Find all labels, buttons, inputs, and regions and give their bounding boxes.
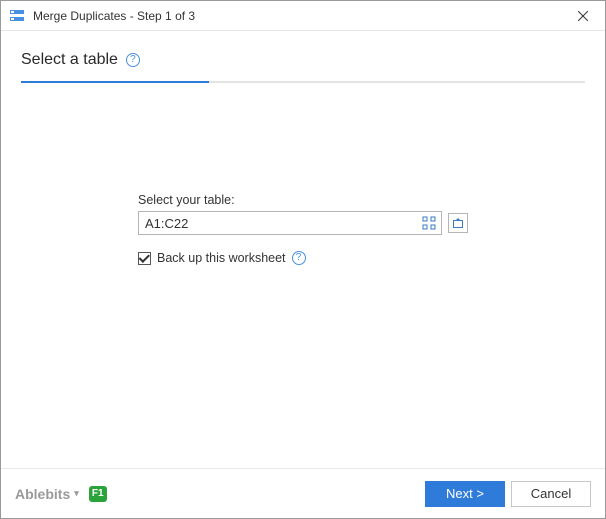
backup-checkbox[interactable] xyxy=(138,252,151,265)
backup-help-icon[interactable]: ? xyxy=(292,251,306,265)
chevron-down-icon: ▾ xyxy=(74,488,79,499)
help-icon[interactable]: ? xyxy=(126,53,140,67)
progress-bar xyxy=(21,81,209,83)
progress-track xyxy=(21,81,585,83)
step-title: Select a table xyxy=(21,51,118,69)
cancel-button[interactable]: Cancel xyxy=(511,481,591,507)
step-title-row: Select a table ? xyxy=(21,51,585,69)
table-field-label: Select your table: xyxy=(138,193,468,207)
help-f1-badge[interactable]: F1 xyxy=(89,486,107,502)
step-header: Select a table ? xyxy=(1,31,605,89)
titlebar: Merge Duplicates - Step 1 of 3 xyxy=(1,1,605,31)
select-range-icon[interactable] xyxy=(420,214,438,232)
next-button[interactable]: Next > xyxy=(425,481,505,507)
table-range-input[interactable] xyxy=(138,211,442,235)
backup-checkbox-row: Back up this worksheet ? xyxy=(138,251,468,265)
table-input-wrap xyxy=(138,211,442,235)
backup-label: Back up this worksheet xyxy=(157,251,286,265)
brand-label: Ablebits xyxy=(15,486,70,502)
table-range-row xyxy=(138,211,468,235)
window-title: Merge Duplicates - Step 1 of 3 xyxy=(33,9,561,23)
dialog-body: Select your table: xyxy=(1,89,605,468)
dialog-window: Merge Duplicates - Step 1 of 3 Select a … xyxy=(0,0,606,519)
dialog-footer: Ablebits ▾ F1 Next > Cancel xyxy=(1,468,605,518)
brand-menu[interactable]: Ablebits ▾ xyxy=(15,486,79,502)
form-area: Select your table: xyxy=(138,193,468,265)
app-icon xyxy=(9,8,25,24)
close-button[interactable] xyxy=(561,1,605,31)
expand-range-icon[interactable] xyxy=(448,213,468,233)
